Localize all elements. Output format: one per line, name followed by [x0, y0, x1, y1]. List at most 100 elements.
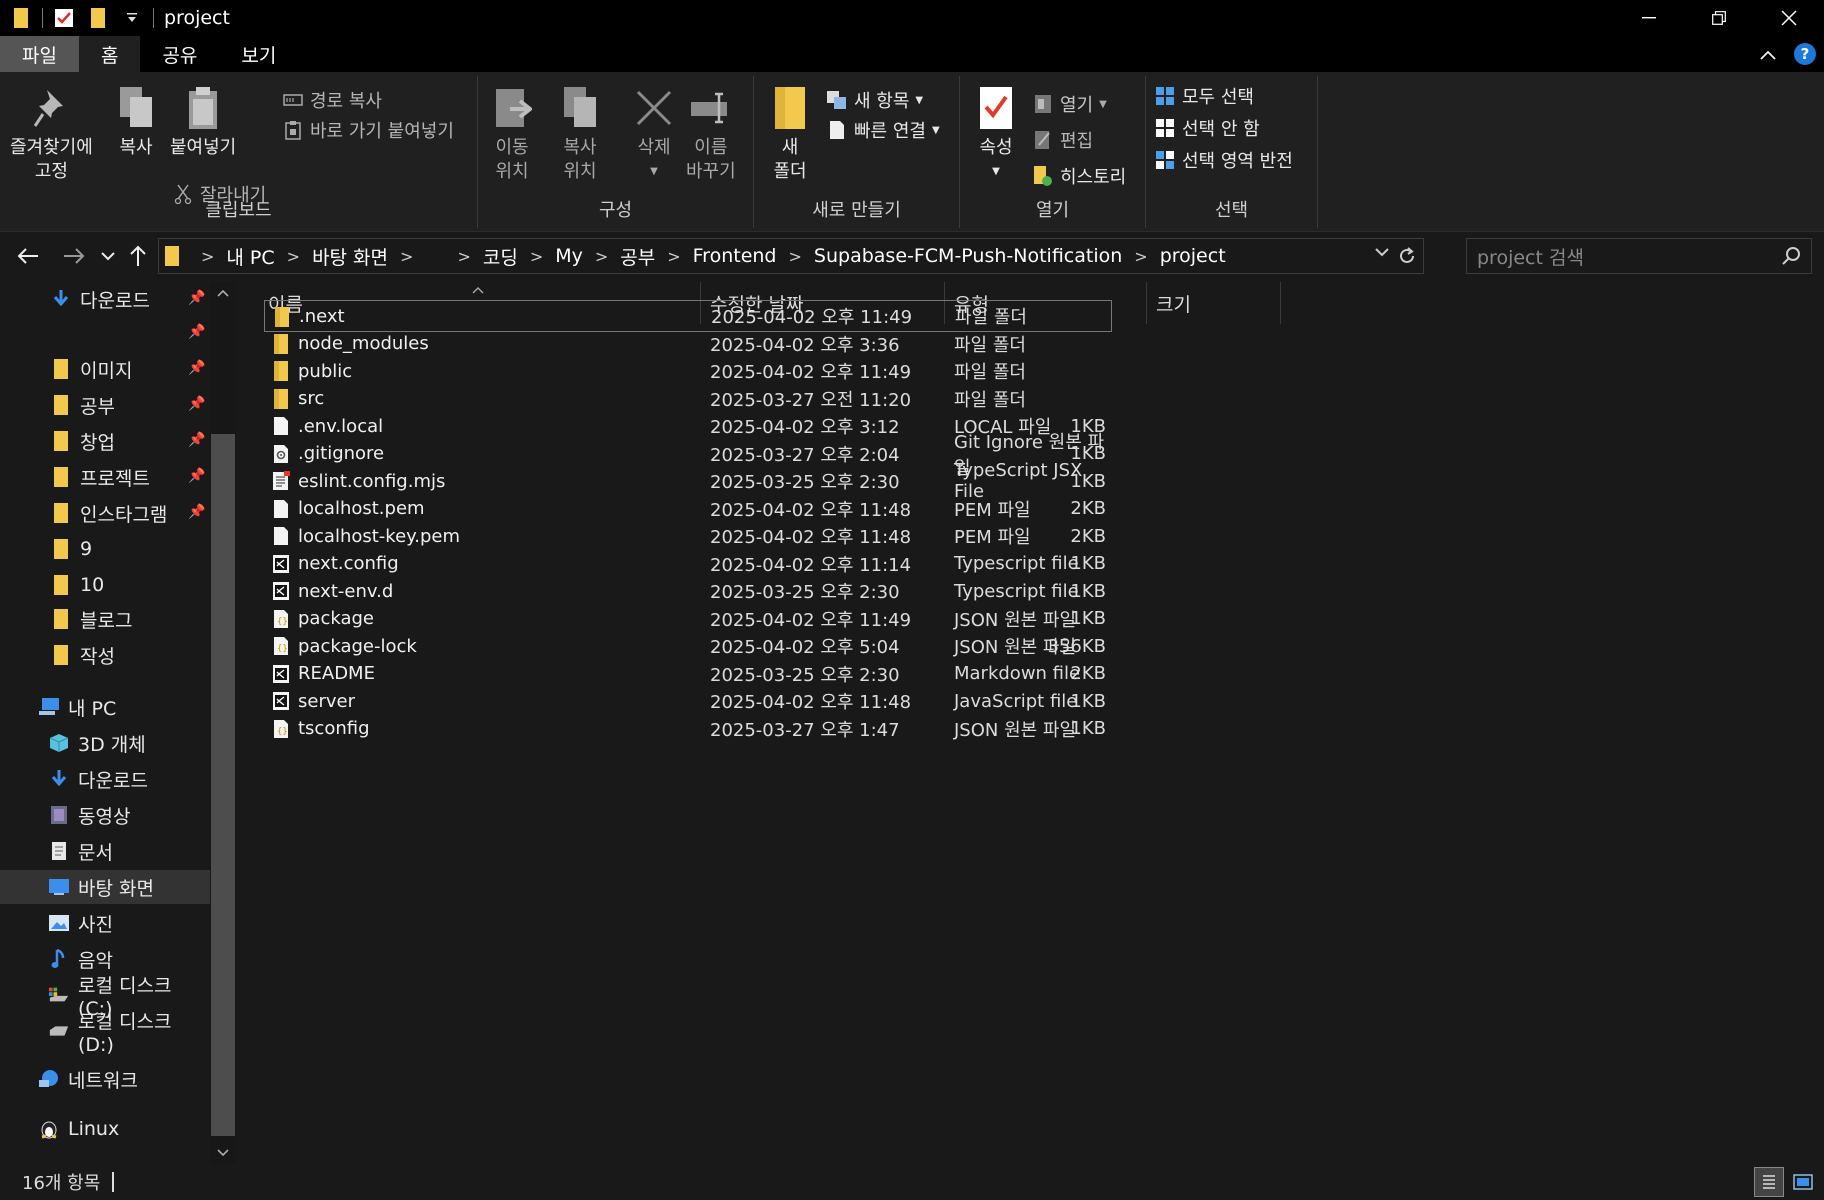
file-row[interactable]: {} tsconfig 2025-03-27 오후 1:47 JSON 원본 파일 1K…: [264, 713, 1112, 745]
scroll-down-chevron-icon[interactable]: [210, 1146, 236, 1160]
sidebar-item-10[interactable]: 10: [0, 568, 210, 602]
search-icon[interactable]: [1781, 246, 1801, 266]
back-arrow-icon[interactable]: [12, 240, 44, 272]
paste-button[interactable]: 붙여넣기: [170, 84, 236, 160]
tab-home[interactable]: 홈: [78, 36, 141, 72]
sidebar-item-this-pc[interactable]: 내 PC: [0, 690, 210, 724]
pin-icon[interactable]: 📌: [188, 324, 206, 342]
chevron-right-icon[interactable]: >: [287, 247, 300, 266]
sidebar-item-pictures[interactable]: 사진: [0, 906, 210, 940]
chevron-right-icon[interactable]: >: [789, 247, 802, 266]
tab-view[interactable]: 보기: [219, 36, 298, 72]
breadcrumb-project[interactable]: project: [1160, 245, 1226, 267]
file-size: 2KB: [1070, 663, 1106, 684]
file-name: server: [298, 690, 355, 712]
sidebar-item-startup[interactable]: 창업 📌: [0, 424, 210, 458]
folder-app-icon[interactable]: [10, 7, 32, 29]
sidebar-item-linux[interactable]: Linux: [0, 1112, 210, 1146]
sidebar-item-network[interactable]: 네트워크: [0, 1062, 210, 1096]
copy-path-button[interactable]: 경로 복사: [282, 86, 382, 114]
breadcrumb-study[interactable]: 공부: [620, 243, 655, 270]
help-icon[interactable]: ?: [1794, 43, 1816, 65]
forward-arrow-icon[interactable]: [58, 240, 90, 272]
pin-icon[interactable]: 📌: [188, 290, 206, 308]
chevron-right-icon[interactable]: >: [595, 247, 608, 266]
chevron-right-icon[interactable]: >: [1134, 247, 1147, 266]
pin-to-quick-access-button[interactable]: 즐겨찾기에 고정: [10, 84, 93, 184]
recent-locations-chevron-icon[interactable]: [92, 240, 124, 272]
pin-icon[interactable]: 📌: [188, 360, 206, 378]
pin-icon[interactable]: 📌: [188, 504, 206, 522]
column-divider[interactable]: [1146, 282, 1147, 324]
sidebar-item-images[interactable]: 이미지 📌: [0, 352, 210, 386]
rename-button[interactable]: 이름 바꾸기: [686, 84, 736, 184]
new-folder-qat-icon[interactable]: [87, 7, 109, 29]
easy-access-button[interactable]: 빠른 연결 ▼: [826, 116, 940, 144]
sidebar-item-blog[interactable]: 블로그: [0, 602, 210, 636]
breadcrumb-frontend[interactable]: Frontend: [693, 245, 777, 267]
sidebar-item-downloads-quick[interactable]: 다운로드 📌: [0, 282, 210, 316]
history-button[interactable]: 히스토리: [1032, 162, 1126, 190]
open-button[interactable]: 열기 ▼: [1032, 90, 1107, 118]
edit-button[interactable]: 편집: [1032, 126, 1093, 154]
move-to-button[interactable]: 이동 위치: [488, 84, 536, 184]
sidebar-item-desktop[interactable]: 바탕 화면: [0, 870, 210, 904]
pin-icon[interactable]: 📌: [188, 432, 206, 450]
search-input[interactable]: project 검색: [1466, 238, 1812, 274]
sidebar-item-unlabeled[interactable]: 📌: [0, 316, 210, 350]
restore-button[interactable]: [1684, 0, 1754, 36]
up-arrow-icon[interactable]: [122, 240, 154, 272]
properties-check-icon[interactable]: [53, 7, 75, 29]
column-divider[interactable]: [1280, 282, 1281, 324]
new-folder-button[interactable]: 새 폴더: [766, 84, 814, 184]
tab-file[interactable]: 파일: [0, 36, 79, 72]
desktop-icon: [48, 876, 70, 898]
pin-icon[interactable]: 📌: [188, 396, 206, 414]
sidebar-item-projects[interactable]: 프로젝트 📌: [0, 460, 210, 494]
copy-button[interactable]: 복사: [112, 84, 160, 160]
sidebar-item-drive-d[interactable]: 로컬 디스크 (D:): [0, 1011, 210, 1056]
sidebar-item-study[interactable]: 공부 📌: [0, 388, 210, 422]
scrollbar-thumb[interactable]: [211, 434, 235, 1136]
pin-icon[interactable]: 📌: [188, 468, 206, 486]
chevron-right-icon[interactable]: >: [201, 247, 214, 266]
delete-button[interactable]: 삭제 ▼: [630, 84, 678, 184]
minimize-button[interactable]: [1614, 0, 1684, 36]
paste-shortcut-button[interactable]: 바로 가기 붙여넣기: [282, 116, 454, 144]
sidebar-item-documents[interactable]: 문서: [0, 834, 210, 868]
select-none-button[interactable]: 선택 안 함: [1154, 114, 1260, 142]
breadcrumb-desktop[interactable]: 바탕 화면: [312, 243, 388, 270]
sidebar-item-3d-objects[interactable]: 3D 개체: [0, 726, 210, 760]
chevron-right-icon[interactable]: >: [667, 247, 680, 266]
sidebar-item-downloads[interactable]: 다운로드: [0, 762, 210, 796]
tab-share[interactable]: 공유: [140, 36, 219, 72]
sidebar-item-9[interactable]: 9: [0, 532, 210, 566]
sidebar-item-videos[interactable]: 동영상: [0, 798, 210, 832]
address-bar[interactable]: > 내 PC > 바탕 화면 > > 코딩 > My > 공부 > Fronte…: [158, 238, 1424, 274]
new-item-button[interactable]: 새 항목 ▼: [826, 86, 923, 114]
svg-text:{}: {}: [277, 617, 288, 627]
breadcrumb-my[interactable]: My: [555, 245, 583, 267]
properties-button[interactable]: 속성 ▼: [972, 84, 1020, 184]
scroll-up-chevron-icon[interactable]: [210, 286, 236, 300]
sidebar-item-instagram[interactable]: 인스타그램 📌: [0, 496, 210, 530]
invert-selection-button[interactable]: 선택 영역 반전: [1154, 146, 1293, 174]
breadcrumb-coding[interactable]: 코딩: [483, 243, 518, 270]
close-button[interactable]: [1754, 0, 1824, 36]
collapse-ribbon-icon[interactable]: [1760, 44, 1776, 65]
copy-to-button[interactable]: 복사 위치: [556, 84, 604, 184]
sidebar-item-writing[interactable]: 작성: [0, 638, 210, 672]
chevron-right-icon[interactable]: >: [530, 247, 543, 266]
select-all-button[interactable]: 모두 선택: [1154, 82, 1254, 110]
chevron-right-icon[interactable]: >: [400, 247, 413, 266]
refresh-icon[interactable]: [1397, 246, 1417, 266]
details-view-icon[interactable]: [1754, 1167, 1784, 1197]
column-header-size[interactable]: 크기: [1156, 282, 1191, 324]
address-history-chevron-icon[interactable]: [1375, 247, 1389, 257]
breadcrumb-this-pc[interactable]: 내 PC: [226, 243, 274, 270]
chevron-right-icon[interactable]: >: [457, 247, 470, 266]
breadcrumb-repo[interactable]: Supabase-FCM-Push-Notification: [814, 245, 1122, 267]
customize-dropdown-icon[interactable]: [121, 7, 143, 29]
sidebar-scrollbar[interactable]: [210, 282, 236, 1164]
large-icons-view-icon[interactable]: [1788, 1167, 1818, 1197]
